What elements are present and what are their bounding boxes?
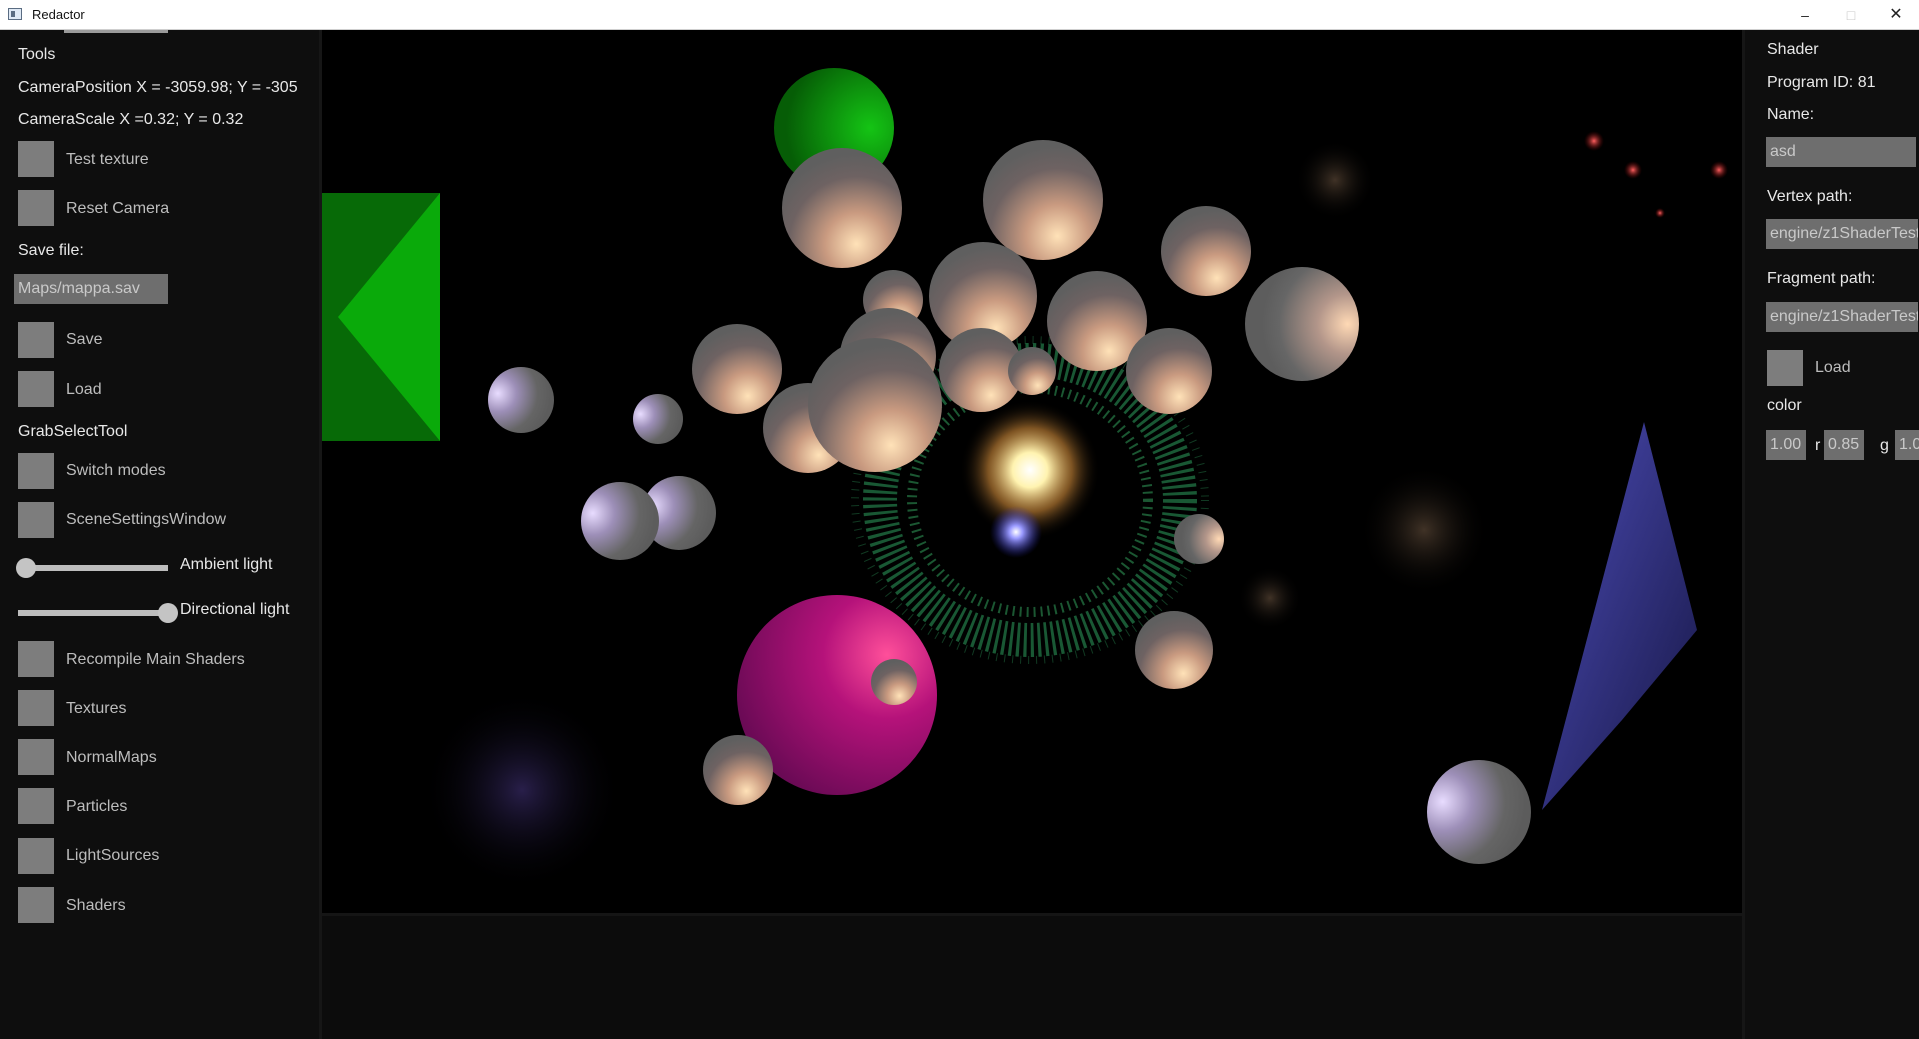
sphere [1161,206,1251,296]
load-button[interactable] [18,371,54,407]
sphere [488,367,554,433]
sphere [703,735,773,805]
directional-light-slider[interactable] [18,610,168,616]
red-light [1584,131,1604,151]
sphere [633,394,683,444]
test-texture-button[interactable] [18,141,54,177]
name-label: Name: [1767,106,1815,123]
sphere [1427,760,1531,864]
reset-camera-button[interactable] [18,190,54,226]
light-sources-label: LightSources [66,847,160,864]
normal-maps-label: NormalMaps [66,749,157,766]
sphere [808,338,942,472]
panel-divider[interactable] [1742,30,1745,1039]
shaders-button[interactable] [18,887,54,923]
minimize-icon[interactable]: – [1782,0,1828,30]
sphere [1174,514,1224,564]
load-label: Load [66,381,102,398]
test-texture-label: Test texture [66,151,149,168]
grab-select-tool-header: GrabSelectTool [18,423,128,440]
scene-settings-window-button[interactable] [18,502,54,538]
scene-canvas[interactable] [322,30,1742,913]
ambient-light-label: Ambient light [180,556,273,573]
save-label: Save [66,331,103,348]
textures-label: Textures [66,700,127,717]
normal-maps-button[interactable] [18,739,54,775]
fragment-path-input[interactable]: engine/z1ShaderTest [1766,302,1918,332]
camera-position-readout: CameraPosition X = -3059.98; Y = -305 [18,79,298,96]
switch-modes-button[interactable] [18,453,54,489]
reset-camera-label: Reset Camera [66,200,170,217]
haze-blob [422,690,622,890]
shaders-label: Shaders [66,897,126,914]
ambient-light-slider-knob[interactable] [16,558,36,578]
color-channel-label: g [1880,437,1889,454]
title-bar: Redactor – □ ✕ [0,0,1919,30]
color-field[interactable]: 0.85 [1824,430,1864,460]
color-field[interactable]: 1.0 [1895,430,1919,460]
shader-name-input[interactable]: asd [1766,137,1916,167]
shader-load-label: Load [1815,359,1851,376]
light-sources-button[interactable] [18,838,54,874]
sphere [871,659,917,705]
haze-blob [1238,566,1302,630]
color-channel-label: r [1815,437,1821,454]
program-id: Program ID: 81 [1767,74,1876,91]
directional-light-label: Directional light [180,601,290,618]
maximize-icon[interactable]: □ [1828,0,1874,30]
close-icon[interactable]: ✕ [1873,0,1919,30]
red-light [1655,208,1665,218]
save-file-input[interactable]: Maps/mappa.sav [14,274,168,304]
textures-button[interactable] [18,690,54,726]
window-title: Redactor [32,7,85,22]
recompile-main-shaders-label: Recompile Main Shaders [66,651,245,668]
shader-header: Shader [1767,41,1819,58]
scrollbar-handle[interactable] [64,30,168,33]
sphere [692,324,782,414]
bottom-panel [322,913,1742,1039]
save-button[interactable] [18,322,54,358]
haze-blob [1295,140,1375,220]
sphere [782,148,902,268]
save-file-label: Save file: [18,242,84,259]
haze-blob [1359,465,1489,595]
sphere [1008,347,1056,395]
switch-modes-label: Switch modes [66,462,166,479]
red-light [1710,161,1728,179]
particles-label: Particles [66,798,128,815]
red-light [1624,161,1642,179]
sphere [581,482,659,560]
color-label: color [1767,397,1802,414]
blue-light [990,506,1042,558]
ambient-light-slider[interactable] [18,565,168,571]
particles-button[interactable] [18,788,54,824]
fragment-path-label: Fragment path: [1767,270,1876,287]
shader-panel [1744,30,1919,1039]
tools-header: Tools [18,46,56,63]
sphere [1126,328,1212,414]
sphere [1245,267,1359,381]
blue-prism [1542,422,1697,810]
sphere [983,140,1103,260]
camera-scale-readout: CameraScale X =0.32; Y = 0.32 [18,111,244,128]
recompile-main-shaders-button[interactable] [18,641,54,677]
directional-light-slider-knob[interactable] [158,603,178,623]
scene-settings-window-label: SceneSettingsWindow [66,511,227,528]
shader-load-button[interactable] [1767,350,1803,386]
scene-viewport[interactable] [322,30,1742,913]
sphere [1135,611,1213,689]
vertex-path-input[interactable]: engine/z1ShaderTest [1766,219,1918,249]
vertex-path-label: Vertex path: [1767,188,1853,205]
app-icon [8,8,22,20]
color-field[interactable]: 1.00 [1766,430,1806,460]
